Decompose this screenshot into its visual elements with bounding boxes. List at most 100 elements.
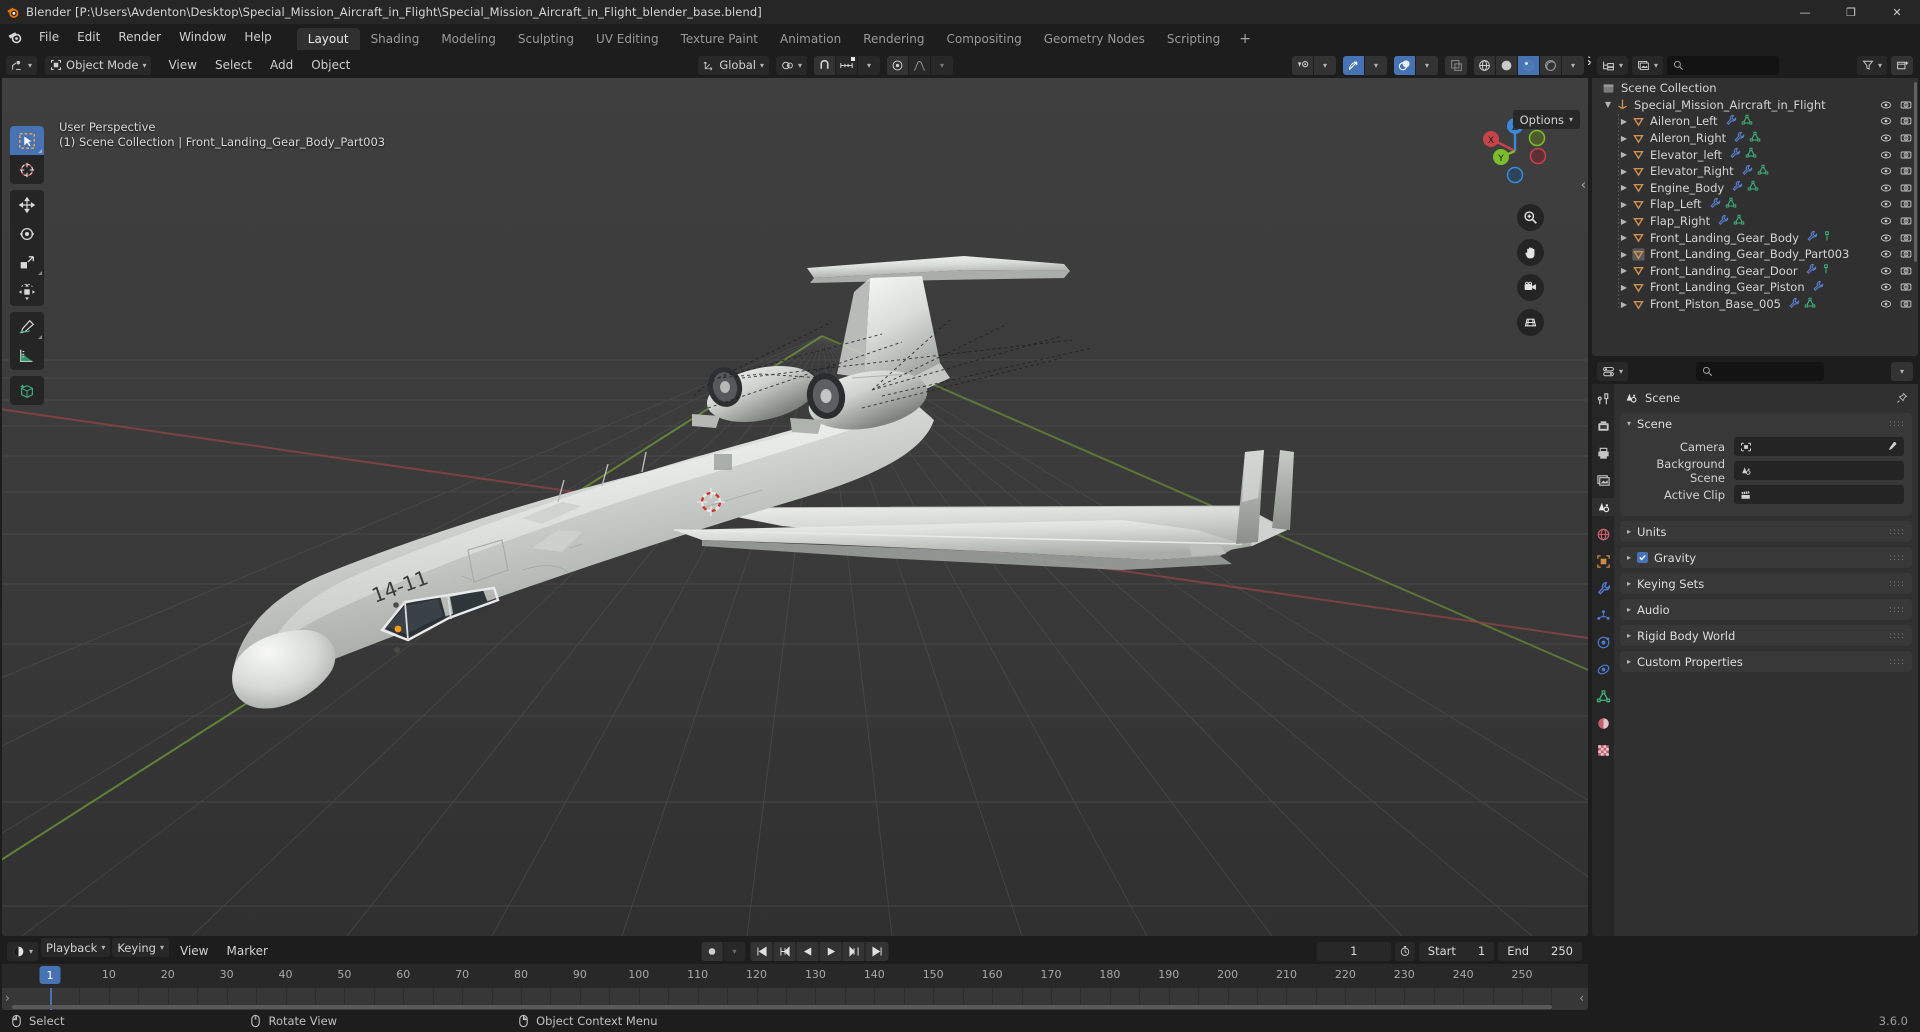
- snap-dropdown-chevron-icon[interactable]: ▾: [858, 55, 881, 75]
- outliner-row-front_piston_base_005[interactable]: ▶ Front_Piston_Base_005: [1592, 296, 1918, 313]
- expand-triangle-icon[interactable]: ▶: [1618, 134, 1630, 143]
- viewport-menu-view[interactable]: View: [159, 52, 205, 78]
- outliner-row-elevator_right[interactable]: ▶ Elevator_Right: [1592, 163, 1918, 180]
- object-mode-selector[interactable]: Object Mode ▾: [45, 55, 152, 75]
- scale-tool[interactable]: [10, 248, 44, 277]
- timeline-menu-marker[interactable]: Marker: [217, 938, 276, 964]
- outliner-row-aileron_left[interactable]: ▶ Aileron_Left: [1592, 113, 1918, 130]
- viewport-canvas[interactable]: 14-11 User Perspective (1) Scene Collect…: [2, 78, 1588, 936]
- camera-field[interactable]: [1734, 437, 1904, 456]
- expand-triangle-icon[interactable]: ▶: [1618, 183, 1630, 192]
- timeline-left-arrow-icon[interactable]: ›: [5, 991, 10, 1005]
- cursor-tool[interactable]: [10, 155, 44, 184]
- transform-tool[interactable]: [10, 277, 44, 306]
- modifier-indicator[interactable]: [1805, 263, 1817, 278]
- workspace-tab-animation[interactable]: Animation: [769, 28, 852, 50]
- scene-panel-header[interactable]: ▾ Scene ::::: [1620, 413, 1912, 434]
- minimize-button[interactable]: —: [1782, 0, 1828, 24]
- gizmo-icon[interactable]: [1343, 55, 1366, 75]
- play-reverse-button[interactable]: [796, 941, 820, 961]
- workspace-tab-sculpting[interactable]: Sculpting: [507, 28, 585, 50]
- gizmo-dropdown-chevron-icon[interactable]: ▾: [1365, 55, 1388, 75]
- timeline-editor-icon[interactable]: ▾: [7, 941, 39, 961]
- add-cube-tool[interactable]: [10, 376, 44, 405]
- mesh-data-indicator[interactable]: [1741, 114, 1753, 129]
- mesh-data-indicator[interactable]: [1745, 147, 1757, 162]
- transform-orientation-selector[interactable]: Global ▾: [698, 55, 770, 75]
- workspace-tab-texture-paint[interactable]: Texture Paint: [670, 28, 769, 50]
- expand-triangle-icon[interactable]: ▶: [1618, 167, 1630, 176]
- properties-options-chevron-icon[interactable]: ▾: [1891, 361, 1913, 381]
- panel-checkbox[interactable]: [1637, 552, 1649, 563]
- play-button[interactable]: [819, 941, 843, 961]
- expand-triangle-icon[interactable]: ▶: [1618, 233, 1630, 242]
- pan-nav-button[interactable]: [1517, 239, 1544, 266]
- panel-rigid-body-world[interactable]: ▸ Rigid Body World::::: [1620, 625, 1912, 646]
- frame-end-field[interactable]: End 250: [1498, 941, 1582, 961]
- outliner-row-elevator_left[interactable]: ▶ Elevator_left: [1592, 146, 1918, 163]
- outliner-row-engine_body[interactable]: ▶ Engine_Body: [1592, 180, 1918, 197]
- workspace-tab-layout[interactable]: Layout: [296, 28, 360, 50]
- world-tab[interactable]: [1592, 525, 1614, 543]
- maximize-button[interactable]: ❐: [1828, 0, 1874, 24]
- new-collection-icon[interactable]: [1891, 55, 1913, 75]
- outliner-row-flap_right[interactable]: ▶ Flap_Right: [1592, 213, 1918, 230]
- modifier-indicator[interactable]: [1812, 280, 1824, 295]
- shading-rendered-button[interactable]: [1540, 55, 1563, 75]
- expand-triangle-icon[interactable]: ▶: [1618, 200, 1630, 209]
- pivot-point-selector[interactable]: ▾: [776, 55, 808, 75]
- jump-to-start-button[interactable]: [750, 941, 774, 961]
- mesh-data-indicator[interactable]: [1804, 297, 1816, 312]
- properties-search-input[interactable]: [1695, 361, 1824, 381]
- object-visibility-icon[interactable]: [1292, 55, 1315, 75]
- timeline-menu-playback[interactable]: Playback ▾: [41, 938, 111, 957]
- menu-window[interactable]: Window: [170, 24, 235, 50]
- workspace-tab-compositing[interactable]: Compositing: [935, 28, 1032, 50]
- shading-solid-button[interactable]: [1496, 55, 1519, 75]
- shading-material-preview-button[interactable]: [1518, 55, 1541, 75]
- menu-help[interactable]: Help: [235, 24, 280, 50]
- current-frame-field[interactable]: 1: [1316, 941, 1391, 961]
- properties-editor[interactable]: ▾ ▾ Scene ▾ Scene:::: Camera Background…: [1592, 358, 1918, 936]
- record-dot-icon[interactable]: [701, 941, 724, 961]
- active-clip-field[interactable]: [1734, 485, 1904, 504]
- shading-wireframe-button[interactable]: [1474, 55, 1497, 75]
- outliner-row-front_landing_gear_body_part003[interactable]: ▶ Front_Landing_Gear_Body_Part003: [1592, 246, 1918, 263]
- panel-gravity[interactable]: ▸ Gravity::::: [1620, 547, 1912, 568]
- outliner-display-mode-icon[interactable]: ▾: [1597, 55, 1629, 75]
- expand-triangle-icon[interactable]: ▶: [1618, 283, 1630, 292]
- auto-keying-chevron-icon[interactable]: ▾: [723, 941, 746, 961]
- viewport-sidebar-toggle[interactable]: ‹: [1581, 178, 1586, 193]
- modifier-indicator[interactable]: [1709, 197, 1721, 212]
- particles-tab[interactable]: [1592, 606, 1614, 624]
- timeline-editor[interactable]: ▾ Playback ▾ Keying ▾ View Marker ▾ 1 Sta: [2, 938, 1588, 1010]
- background-scene-field[interactable]: [1734, 461, 1904, 480]
- snap-increment-icon[interactable]: [836, 55, 859, 75]
- menu-file[interactable]: File: [30, 24, 68, 50]
- panel-header[interactable]: ▸ Audio::::: [1620, 599, 1912, 620]
- overlays-dropdown-chevron-icon[interactable]: ▾: [1416, 55, 1439, 75]
- mesh-data-indicator[interactable]: [1747, 180, 1759, 195]
- move-tool[interactable]: [10, 190, 44, 219]
- constraints-tab[interactable]: [1592, 660, 1614, 678]
- outliner-tree[interactable]: Scene Collection ▼ Special_Mission_Aircraf…: [1592, 78, 1918, 312]
- expand-triangle-icon[interactable]: ▶: [1618, 117, 1630, 126]
- data-tab[interactable]: [1592, 687, 1614, 705]
- falloff-dropdown-chevron-icon[interactable]: ▾: [931, 55, 954, 75]
- collapse-triangle-icon[interactable]: ▼: [1602, 100, 1614, 109]
- expand-triangle-icon[interactable]: ▶: [1618, 266, 1630, 275]
- workspace-tab-rendering[interactable]: Rendering: [852, 28, 935, 50]
- workspace-tab-uv-editing[interactable]: UV Editing: [585, 28, 670, 50]
- 3d-viewport[interactable]: ▾ Object Mode ▾ View Select Add Object Glob…: [2, 52, 1588, 936]
- viewlayer-tab[interactable]: [1592, 471, 1614, 489]
- visibility-dropdown-chevron-icon[interactable]: ▾: [1314, 55, 1337, 75]
- workspace-tab-modeling[interactable]: Modeling: [430, 28, 507, 50]
- constraint-indicator[interactable]: [1822, 230, 1832, 245]
- workspace-tab-scripting[interactable]: Scripting: [1156, 28, 1231, 50]
- outliner-row-front_landing_gear_door[interactable]: ▶ Front_Landing_Gear_Door: [1592, 263, 1918, 280]
- outliner-row-flap_left[interactable]: ▶ Flap_Left: [1592, 196, 1918, 213]
- modifier-tab[interactable]: [1592, 579, 1614, 597]
- modifier-indicator[interactable]: [1806, 230, 1818, 245]
- jump-to-end-button[interactable]: [865, 941, 889, 961]
- modifier-indicator[interactable]: [1741, 164, 1753, 179]
